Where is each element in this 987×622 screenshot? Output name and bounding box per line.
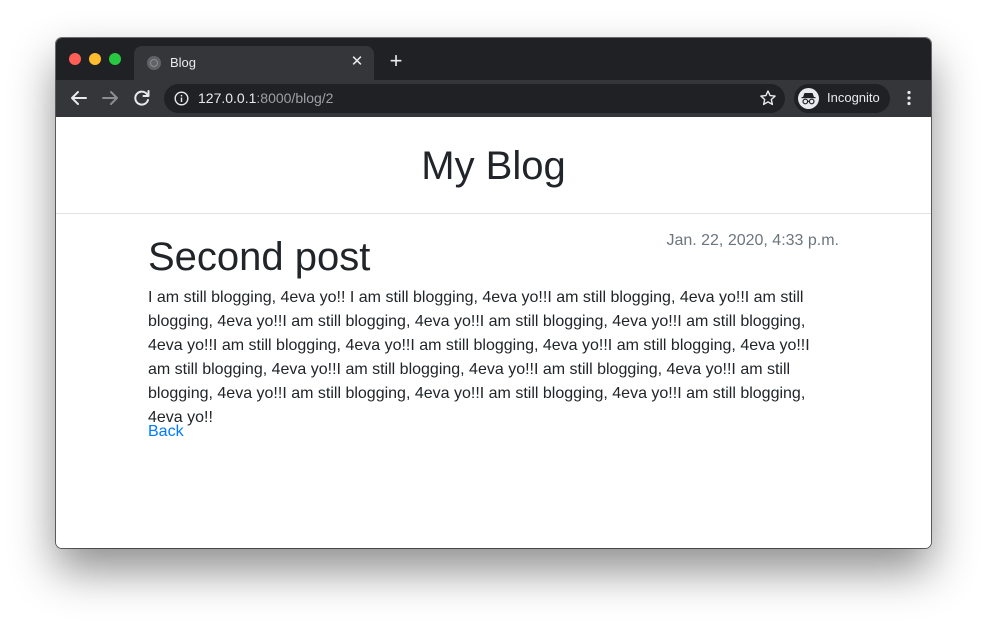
star-icon[interactable] [759, 89, 777, 107]
post-body: I am still blogging, 4eva yo!! I am stil… [148, 289, 810, 426]
page-content: My Blog Second post Jan. 22, 2020, 4:33 … [56, 117, 931, 548]
reload-icon[interactable] [131, 87, 153, 109]
tab-title: Blog [170, 55, 197, 70]
incognito-badge[interactable]: Incognito [794, 84, 890, 113]
info-icon[interactable] [174, 91, 189, 106]
minimize-window-icon[interactable] [89, 53, 101, 65]
site-header: My Blog [56, 117, 931, 214]
back-arrow-icon[interactable] [68, 87, 90, 109]
back-link[interactable]: Back [148, 423, 184, 441]
close-tab-icon[interactable]: ✕ [348, 53, 366, 71]
globe-favicon-icon [147, 56, 161, 70]
tab-strip: Blog ✕ + [56, 38, 931, 80]
url-text: 127.0.0.1:8000/blog/2 [198, 90, 333, 106]
address-bar[interactable]: 127.0.0.1:8000/blog/2 [164, 84, 785, 113]
plus-icon[interactable]: + [386, 50, 406, 72]
post-date: Jan. 22, 2020, 4:33 p.m. [666, 232, 839, 249]
toolbar: 127.0.0.1:8000/blog/2 Incognito [56, 80, 931, 117]
more-vert-icon[interactable] [899, 88, 919, 108]
url-path: :8000/blog/2 [256, 90, 334, 106]
url-host: 127.0.0.1 [198, 90, 257, 106]
maximize-window-icon[interactable] [109, 53, 121, 65]
post-title: Second post [148, 235, 371, 279]
browser-window: Blog ✕ + 127.0.0.1:8000/blog/2 Incognito… [56, 38, 931, 548]
incognito-label: Incognito [827, 90, 880, 105]
forward-arrow-icon[interactable] [99, 87, 121, 109]
site-title: My Blog [421, 144, 566, 188]
tab-blog[interactable]: Blog ✕ [134, 46, 374, 80]
close-window-icon[interactable] [69, 53, 81, 65]
incognito-icon [798, 88, 819, 109]
